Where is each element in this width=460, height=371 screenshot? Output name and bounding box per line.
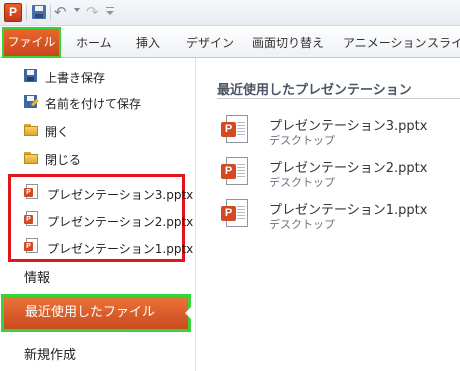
nav-item-recent-label: 最近使用したファイル bbox=[25, 305, 156, 320]
save-icon[interactable] bbox=[31, 4, 47, 20]
customize-toolbar-icon[interactable] bbox=[106, 7, 115, 17]
recent-file-item[interactable]: P プレゼンテーション1.pptx bbox=[11, 233, 193, 260]
tab-file[interactable]: ファイル bbox=[2, 27, 61, 58]
powerpoint-app-icon[interactable]: P bbox=[4, 3, 22, 22]
tab-home[interactable]: ホーム bbox=[76, 34, 112, 51]
recent-presentation-item[interactable]: P プレゼンテーション2.pptx デスクトップ bbox=[221, 157, 451, 197]
save-label: 上書き保存 bbox=[45, 71, 106, 85]
presentation-location: デスクトップ bbox=[269, 176, 335, 189]
backstage-nav: 上書き保存 名前を付けて保存 開く 閉じる P プレゼンテーション3.pptx … bbox=[0, 58, 196, 371]
save-as-icon bbox=[23, 94, 39, 109]
recent-presentation-item[interactable]: P プレゼンテーション1.pptx デスクトップ bbox=[221, 199, 451, 239]
tab-animations[interactable]: アニメーション bbox=[343, 34, 427, 51]
tab-slideshow[interactable]: スライ bbox=[427, 34, 460, 51]
recent-file-name: プレゼンテーション1.pptx bbox=[47, 242, 194, 256]
recent-file-item[interactable]: P プレゼンテーション2.pptx bbox=[11, 206, 193, 233]
nav-item-new[interactable]: 新規作成 bbox=[24, 344, 76, 363]
save-command[interactable]: 上書き保存 bbox=[0, 63, 192, 89]
recent-files-list: P プレゼンテーション3.pptx P プレゼンテーション2.pptx P プレ… bbox=[8, 174, 193, 262]
undo-dropdown-icon[interactable] bbox=[74, 8, 80, 12]
recent-file-name: プレゼンテーション3.pptx bbox=[47, 188, 194, 202]
pptx-file-icon: P bbox=[24, 184, 38, 200]
toolbar-separator bbox=[26, 5, 27, 20]
presentation-location: デスクトップ bbox=[269, 218, 335, 231]
tab-design[interactable]: デザイン bbox=[186, 34, 234, 51]
quick-access-toolbar: P ↶ ↷ bbox=[0, 0, 460, 26]
redo-icon[interactable]: ↷ bbox=[86, 4, 102, 20]
undo-icon[interactable]: ↶ bbox=[54, 4, 70, 20]
recent-file-item[interactable]: P プレゼンテーション3.pptx bbox=[11, 179, 193, 206]
open-label: 開く bbox=[45, 125, 70, 139]
pptx-file-icon: P bbox=[24, 238, 38, 254]
close-command[interactable]: 閉じる bbox=[0, 145, 192, 171]
close-folder-icon bbox=[23, 150, 38, 165]
recent-file-name: プレゼンテーション2.pptx bbox=[47, 215, 194, 229]
nav-item-info[interactable]: 情報 bbox=[24, 267, 50, 286]
save-as-command[interactable]: 名前を付けて保存 bbox=[0, 89, 192, 115]
open-folder-icon bbox=[23, 122, 38, 137]
tab-transitions[interactable]: 画面切り替え bbox=[252, 34, 324, 51]
pptx-file-icon: P bbox=[221, 115, 249, 145]
pptx-file-icon: P bbox=[24, 211, 38, 227]
tab-insert[interactable]: 挿入 bbox=[136, 34, 160, 51]
pptx-file-icon: P bbox=[221, 199, 249, 229]
nav-item-recent[interactable]: 最近使用したファイル bbox=[1, 294, 191, 332]
save-icon bbox=[23, 68, 38, 83]
toolbar-separator bbox=[50, 5, 51, 20]
save-as-label: 名前を付けて保存 bbox=[45, 97, 142, 111]
recent-presentation-item[interactable]: P プレゼンテーション3.pptx デスクトップ bbox=[221, 115, 451, 155]
close-label: 閉じる bbox=[45, 153, 82, 167]
divider bbox=[217, 98, 460, 99]
pptx-file-icon: P bbox=[221, 157, 249, 187]
presentation-location: デスクトップ bbox=[269, 134, 335, 147]
ribbon-tab-bar: ファイル ホーム 挿入 デザイン 画面切り替え アニメーション スライ bbox=[0, 26, 460, 58]
recent-presentations-panel: 最近使用したプレゼンテーション P プレゼンテーション3.pptx デスクトップ… bbox=[197, 58, 460, 371]
open-command[interactable]: 開く bbox=[0, 117, 192, 143]
active-indicator bbox=[185, 307, 191, 319]
panel-title: 最近使用したプレゼンテーション bbox=[217, 83, 412, 98]
